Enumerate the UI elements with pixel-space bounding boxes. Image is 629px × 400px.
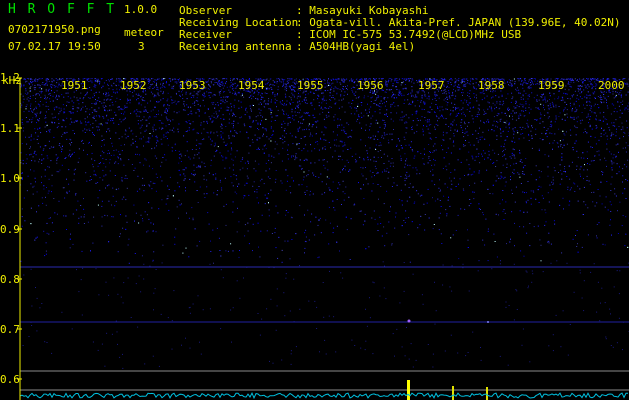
spectrogram-panel	[0, 0, 629, 400]
time-tick: 2000	[598, 79, 625, 92]
info-label-observer: Observer	[179, 4, 232, 17]
info-value-observer: : Masayuki Kobayashi	[296, 4, 429, 17]
frequency-tick: 1.1	[0, 122, 20, 135]
info-value-location: : Ogata-vill. Akita-Pref. JAPAN (139.96E…	[296, 16, 621, 29]
meteor-echo-1	[407, 380, 410, 400]
frequency-tick: 0.9	[0, 223, 20, 236]
meteor-count: 3	[138, 40, 145, 53]
app-version: 1.0.0	[124, 3, 158, 16]
app-title: H R O F F T	[8, 2, 117, 17]
meteor-dot-2	[487, 321, 489, 323]
info-label-receiver: Receiver	[179, 28, 232, 41]
frequency-tick: 1.2	[0, 71, 20, 84]
info-label-location: Receiving Location	[179, 16, 299, 29]
time-tick: 1958	[478, 79, 505, 92]
info-value-receiver: : ICOM IC-575 53.7492(@LCD)MHz USB	[296, 28, 522, 41]
meteor-label: meteor	[124, 26, 164, 39]
frequency-tick: 0.7	[0, 323, 20, 336]
time-tick: 1952	[120, 79, 147, 92]
time-tick: 1959	[538, 79, 565, 92]
time-tick: 1957	[418, 79, 445, 92]
info-label-antenna: Receiving antenna	[179, 40, 292, 53]
frequency-tick: 0.8	[0, 273, 20, 286]
file-datetime: 07.02.17 19:50	[8, 40, 101, 53]
meteor-dot-1	[407, 319, 411, 323]
time-tick: 1955	[297, 79, 324, 92]
info-value-antenna: : A504HB(yagi 4el)	[296, 40, 416, 53]
time-tick: 1953	[179, 79, 206, 92]
file-name: 0702171950.png	[8, 23, 101, 36]
meteor-echo-3	[486, 387, 488, 400]
frequency-tick: 1.0	[0, 172, 20, 185]
time-tick: 1951	[61, 79, 88, 92]
time-tick: 1956	[357, 79, 384, 92]
time-tick: 1954	[238, 79, 265, 92]
meteor-echo-2	[452, 386, 454, 400]
frequency-tick: 0.6	[0, 373, 20, 386]
